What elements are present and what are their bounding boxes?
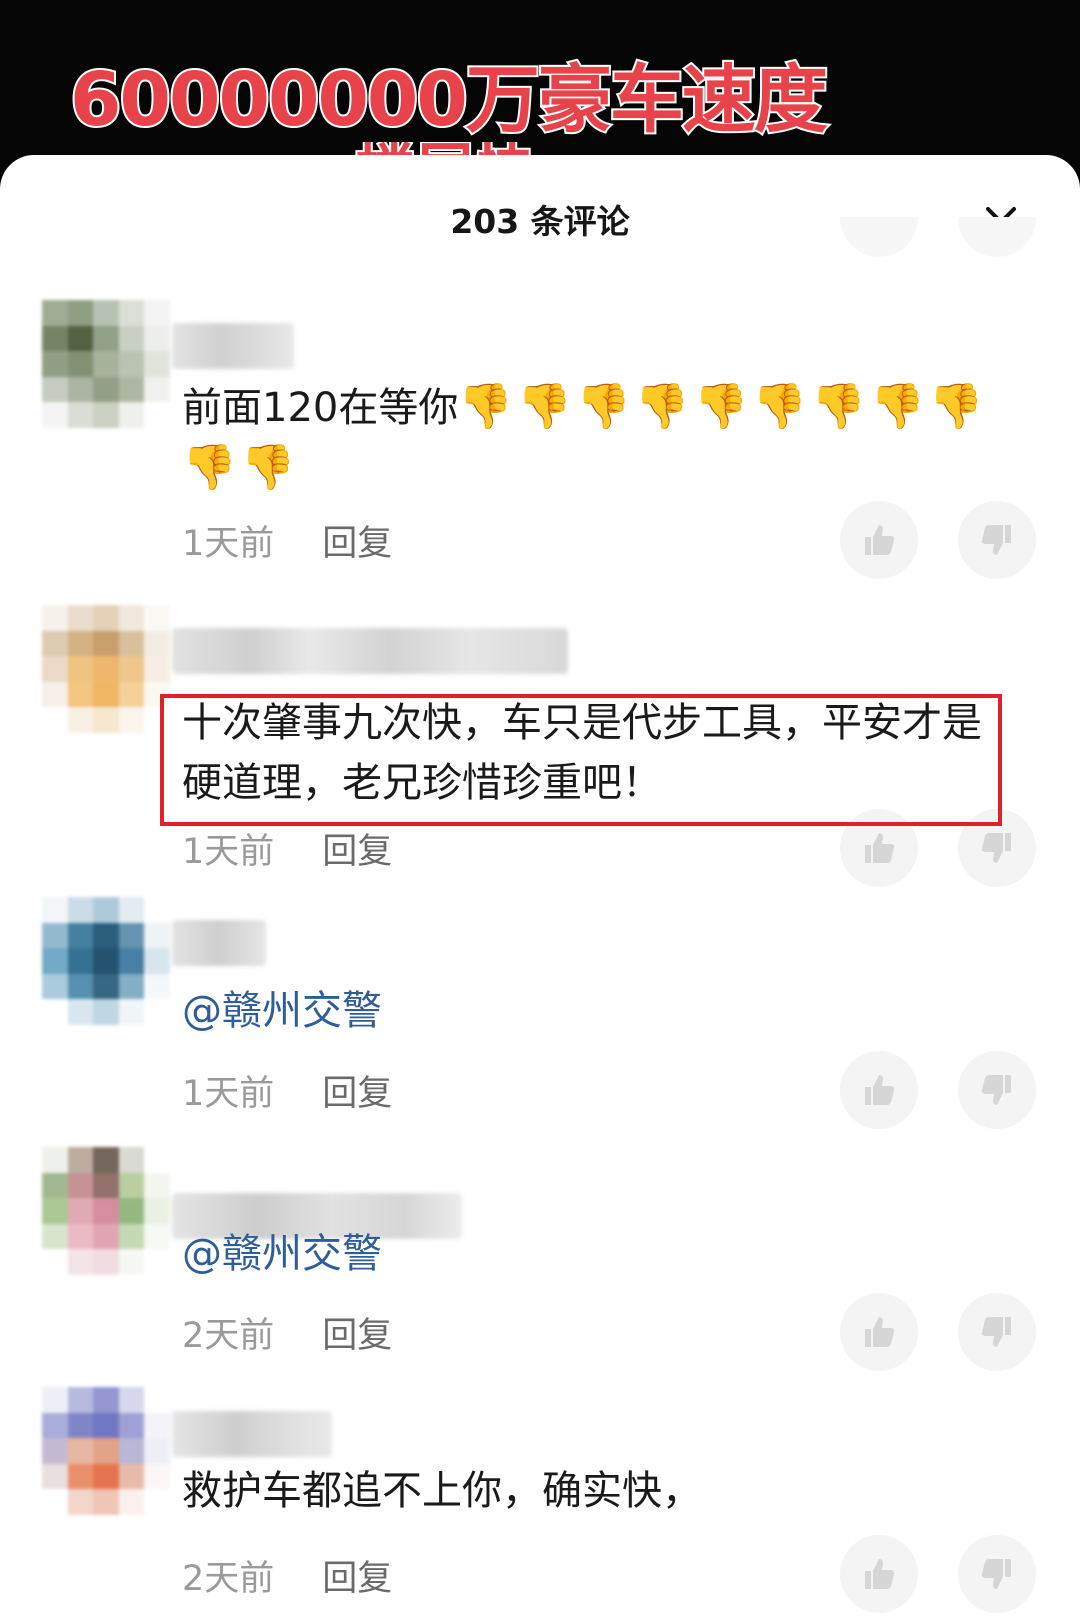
thumbs-down-emoji: 👎	[693, 381, 749, 432]
comment-meta: 2天前 回复	[182, 1550, 392, 1601]
username[interactable]	[172, 628, 568, 674]
reply-button[interactable]: 回复	[322, 832, 392, 872]
thumbs-down-icon	[981, 1317, 1011, 1347]
thumbs-down-emoji: 👎	[752, 381, 808, 432]
comment-text[interactable]: @赣州交警	[182, 1224, 1012, 1284]
thumbs-up-icon	[865, 833, 895, 863]
dislike-button[interactable]	[958, 1293, 1036, 1371]
comment-body: 救护车都追不上你，确实快，	[182, 1468, 702, 1514]
thumbs-up-icon	[865, 525, 895, 555]
avatar[interactable]	[42, 1387, 170, 1515]
sheet-header: 203 条评论	[0, 155, 1080, 275]
thumbs-down-emoji: 👎	[182, 442, 237, 493]
thumbs-down-icon	[981, 833, 1011, 863]
comment-meta: 1天前 回复	[182, 515, 392, 566]
thumbs-down-emoji: 👎	[240, 442, 296, 493]
comment-time: 2天前	[182, 1316, 275, 1356]
like-button[interactable]	[840, 1051, 918, 1129]
like-button[interactable]	[840, 1293, 918, 1371]
comment-time: 2天前	[182, 1559, 275, 1599]
thumbs-down-emoji: 👎	[869, 381, 925, 432]
like-button[interactable]	[840, 501, 918, 579]
reply-button[interactable]: 回复	[322, 1559, 392, 1599]
reply-button[interactable]: 回复	[322, 524, 392, 564]
thumbs-down-icon	[981, 1075, 1011, 1105]
username[interactable]	[172, 920, 266, 966]
thumbs-up-icon	[865, 1559, 895, 1589]
comment-text: 救护车都追不上你，确实快，	[182, 1461, 1012, 1521]
comment-count-title: 203 条评论	[450, 202, 630, 241]
avatar[interactable]	[42, 300, 170, 428]
dislike-button[interactable]	[958, 1535, 1036, 1613]
reply-button[interactable]: 回复	[322, 1316, 392, 1356]
mention-link[interactable]: @赣州交警	[182, 988, 382, 1034]
screen: 60000000万豪车速度 楼层快 203 条评论	[0, 0, 1080, 1620]
comment-meta: 1天前 回复	[182, 823, 392, 874]
thumbs-down-emoji: 👎	[517, 381, 572, 432]
username[interactable]	[172, 323, 294, 369]
thumbs-down-icon	[981, 525, 1011, 555]
comment-time: 1天前	[182, 524, 275, 564]
username[interactable]	[172, 1411, 332, 1457]
like-button[interactable]	[840, 1535, 918, 1613]
video-title: 60000000万豪车速度	[68, 55, 830, 145]
comment-meta: 2天前 回复	[182, 1307, 392, 1358]
comment-body: 前面120在等你	[182, 385, 459, 431]
comment-sheet: 203 条评论 前面120在等你👎👎👎👎👎👎👎👎�	[0, 155, 1080, 1620]
thumbs-down-emoji: 👎	[928, 381, 984, 432]
comment-text: 前面120在等你👎👎👎👎👎👎👎👎👎👎👎	[182, 377, 1012, 499]
comment-meta: 1天前 回复	[182, 1065, 392, 1116]
thumbs-down-emoji: 👎	[811, 381, 866, 432]
thumbs-up-icon	[865, 1317, 895, 1347]
highlight-box	[160, 694, 1002, 826]
thumbs-down-emoji: 👎	[458, 381, 514, 432]
comment-text[interactable]: @赣州交警	[182, 981, 1012, 1041]
thumbs-down-emoji: 👎	[634, 381, 690, 432]
thumbs-down-emoji: 👎	[575, 381, 631, 432]
avatar[interactable]	[42, 605, 170, 733]
avatar[interactable]	[42, 897, 170, 1025]
dislike-button[interactable]	[958, 501, 1036, 579]
thumbs-down-icon	[981, 1559, 1011, 1589]
reply-button[interactable]: 回复	[322, 1074, 392, 1114]
dislike-button[interactable]	[958, 1051, 1036, 1129]
comment-time: 1天前	[182, 832, 275, 872]
mention-link[interactable]: @赣州交警	[182, 1231, 382, 1277]
avatar[interactable]	[42, 1147, 170, 1275]
video-banner[interactable]: 60000000万豪车速度 楼层快	[0, 0, 1080, 172]
comment-time: 1天前	[182, 1074, 275, 1114]
thumbs-up-icon	[865, 1075, 895, 1105]
